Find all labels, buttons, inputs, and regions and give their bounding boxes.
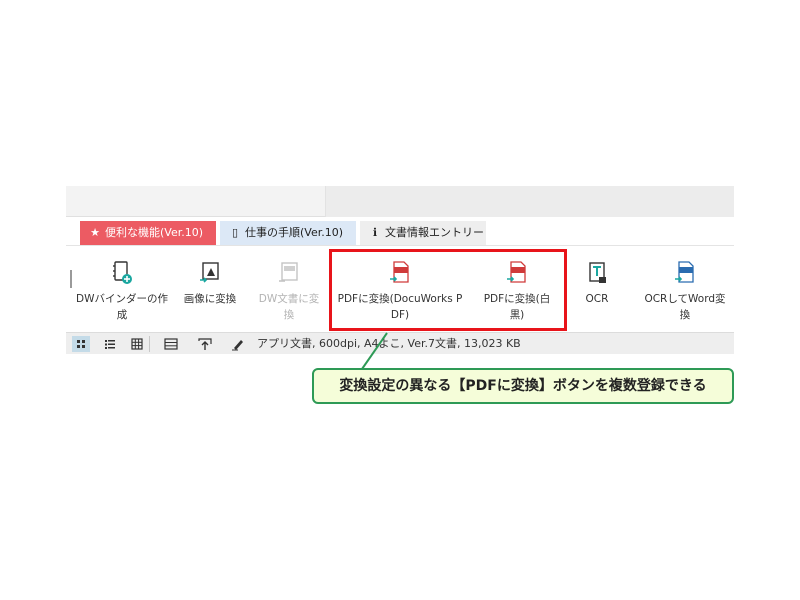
annotation-callout: 変換設定の異なる【PDFに変換】ボタンを複数登録できる — [312, 368, 734, 404]
callout-pointer — [361, 332, 388, 370]
